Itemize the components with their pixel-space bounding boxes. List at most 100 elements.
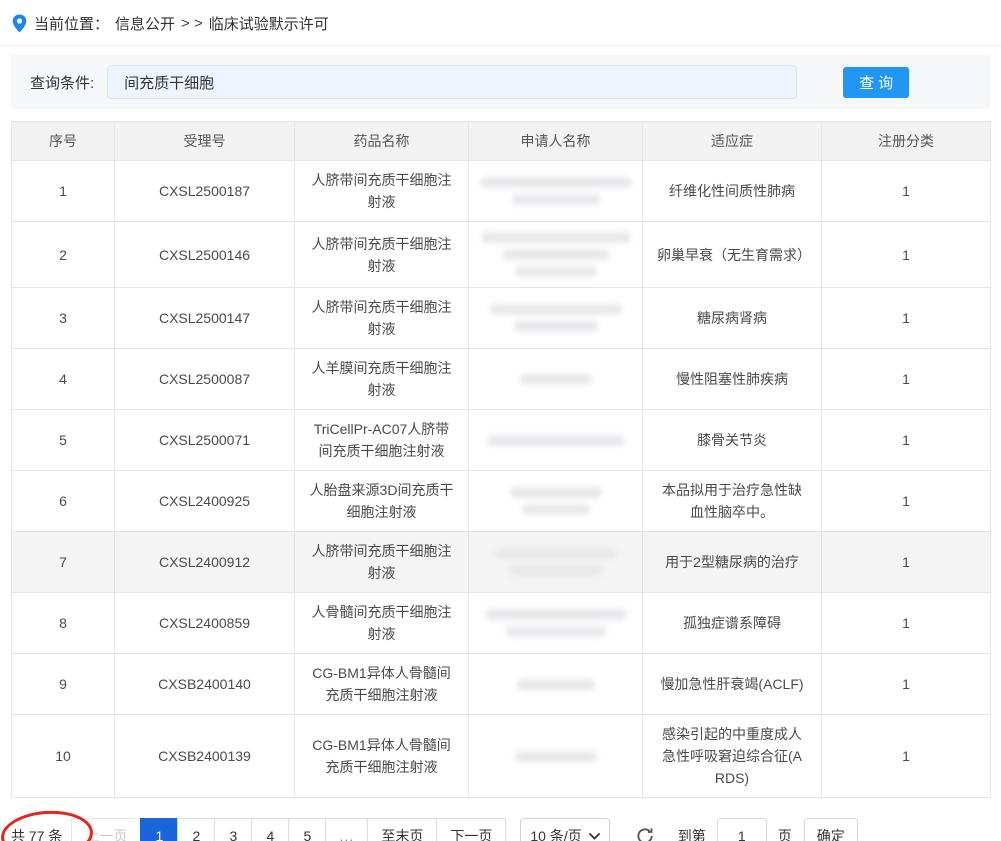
cell-reg-class: 1 [822,532,991,593]
cell-applicant-redacted [469,654,643,715]
confirm-button[interactable]: 确定 [804,818,858,841]
prev-page-button[interactable]: 上一页 [71,818,141,841]
goto-page-unit: 页 [778,826,792,841]
page-button-4[interactable]: 4 [251,818,289,841]
cell-acceptance-no: CXSL2500087 [115,349,295,410]
search-label: 查询条件: [30,72,94,93]
breadcrumb-prefix: 当前位置： [34,13,109,34]
goto-page-label: 到第 [678,826,706,841]
table-row: 6 CXSL2400925 人胎盘来源3D间充质干细胞注射液 本品拟用于治疗急性… [12,471,991,532]
cell-index: 5 [12,410,115,471]
header-applicant: 申请人名称 [469,122,643,161]
cell-reg-class: 1 [822,654,991,715]
cell-acceptance-no: CXSB2400139 [115,715,295,798]
page-button-5[interactable]: 5 [288,818,326,841]
cell-reg-class: 1 [822,161,991,222]
cell-reg-class: 1 [822,593,991,654]
cell-index: 7 [12,532,115,593]
cell-drug-name: 人脐带间充质干细胞注射液 [295,532,469,593]
table-row: 3 CXSL2500147 人脐带间充质干细胞注射液 糖尿病肾病 1 [12,288,991,349]
cell-drug-name: CG-BM1异体人骨髓间充质干细胞注射液 [295,654,469,715]
cell-indication: 感染引起的中重度成人急性呼吸窘迫综合征(ARDS) [643,715,822,798]
cell-acceptance-no: CXSL2500187 [115,161,295,222]
search-input[interactable] [107,65,797,99]
cell-reg-class: 1 [822,288,991,349]
cell-applicant-redacted [469,288,643,349]
cell-applicant-redacted [469,715,643,798]
cell-indication: 本品拟用于治疗急性缺血性脑卒中。 [643,471,822,532]
cell-reg-class: 1 [822,410,991,471]
table-row: 2 CXSL2500146 人脐带间充质干细胞注射液 卵巢早衰（无生育需求） 1 [12,222,991,288]
cell-acceptance-no: CXSB2400140 [115,654,295,715]
header-acceptance-no: 受理号 [115,122,295,161]
cell-drug-name: 人脐带间充质干细胞注射液 [295,222,469,288]
cell-reg-class: 1 [822,349,991,410]
cell-index: 4 [12,349,115,410]
location-pin-icon [12,14,27,33]
cell-applicant-redacted [469,593,643,654]
search-button[interactable]: 查询 [843,67,909,98]
table-row: 5 CXSL2500071 TriCellPr-AC07人脐带间充质干细胞注射液… [12,410,991,471]
table-row: 10 CXSB2400139 CG-BM1异体人骨髓间充质干细胞注射液 感染引起… [12,715,991,798]
cell-acceptance-no: CXSL2500146 [115,222,295,288]
cell-acceptance-no: CXSL2500071 [115,410,295,471]
cell-acceptance-no: CXSL2400859 [115,593,295,654]
search-panel: 查询条件: 查询 [11,55,990,109]
cell-index: 2 [12,222,115,288]
cell-indication: 用于2型糖尿病的治疗 [643,532,822,593]
cell-index: 8 [12,593,115,654]
cell-applicant-redacted [469,349,643,410]
cell-indication: 卵巢早衰（无生育需求） [643,222,822,288]
last-page-button[interactable]: 至末页 [367,818,437,841]
page-ellipsis-button[interactable]: ... [325,818,368,841]
table-row: 1 CXSL2500187 人脐带间充质干细胞注射液 纤维化性间质性肺病 1 [12,161,991,222]
cell-indication: 慢加急性肝衰竭(ACLF) [643,654,822,715]
header-drug-name: 药品名称 [295,122,469,161]
cell-acceptance-no: CXSL2400925 [115,471,295,532]
cell-index: 10 [12,715,115,798]
cell-index: 9 [12,654,115,715]
table-row: 8 CXSL2400859 人骨髓间充质干细胞注射液 孤独症谱系障碍 1 [12,593,991,654]
breadcrumb: 当前位置： 信息公开 > > 临床试验默示许可 [0,0,1001,46]
breadcrumb-section[interactable]: 信息公开 [115,13,175,34]
pagination-bar: 共 77 条 上一页 1 2 3 4 5 ... 至末页 下一页 10 条/页 … [11,817,990,841]
cell-applicant-redacted [469,471,643,532]
cell-reg-class: 1 [822,222,991,288]
cell-drug-name: TriCellPr-AC07人脐带间充质干细胞注射液 [295,410,469,471]
page-button-2[interactable]: 2 [177,818,215,841]
cell-drug-name: 人脐带间充质干细胞注射液 [295,161,469,222]
cell-indication: 膝骨关节炎 [643,410,822,471]
page-size-value: 10 条/页 [530,826,581,841]
cell-acceptance-no: CXSL2500147 [115,288,295,349]
page-button-3[interactable]: 3 [214,818,252,841]
cell-applicant-redacted [469,222,643,288]
page-button-1[interactable]: 1 [140,818,178,841]
page-size-select[interactable]: 10 条/页 [520,818,609,841]
cell-applicant-redacted [469,161,643,222]
cell-drug-name: 人骨髓间充质干细胞注射液 [295,593,469,654]
cell-indication: 孤独症谱系障碍 [643,593,822,654]
cell-reg-class: 1 [822,471,991,532]
breadcrumb-separator: > > [181,15,203,32]
cell-drug-name: 人胎盘来源3D间充质干细胞注射液 [295,471,469,532]
table-row: 9 CXSB2400140 CG-BM1异体人骨髓间充质干细胞注射液 慢加急性肝… [12,654,991,715]
next-page-button[interactable]: 下一页 [436,818,506,841]
cell-indication: 纤维化性间质性肺病 [643,161,822,222]
cell-index: 6 [12,471,115,532]
total-count: 共 77 条 [11,826,62,841]
cell-acceptance-no: CXSL2400912 [115,532,295,593]
table-row: 4 CXSL2500087 人羊膜间充质干细胞注射液 慢性阻塞性肺疾病 1 [12,349,991,410]
refresh-button[interactable] [633,824,657,841]
cell-applicant-redacted [469,532,643,593]
cell-drug-name: 人脐带间充质干细胞注射液 [295,288,469,349]
cell-drug-name: CG-BM1异体人骨髓间充质干细胞注射液 [295,715,469,798]
cell-reg-class: 1 [822,715,991,798]
cell-index: 3 [12,288,115,349]
cell-drug-name: 人羊膜间充质干细胞注射液 [295,349,469,410]
chevron-down-icon [589,833,600,840]
cell-applicant-redacted [469,410,643,471]
header-index: 序号 [12,122,115,161]
goto-page-input[interactable] [717,818,767,841]
table-row: 7 CXSL2400912 人脐带间充质干细胞注射液 用于2型糖尿病的治疗 1 [12,532,991,593]
table-header-row: 序号 受理号 药品名称 申请人名称 适应症 注册分类 [12,122,991,161]
